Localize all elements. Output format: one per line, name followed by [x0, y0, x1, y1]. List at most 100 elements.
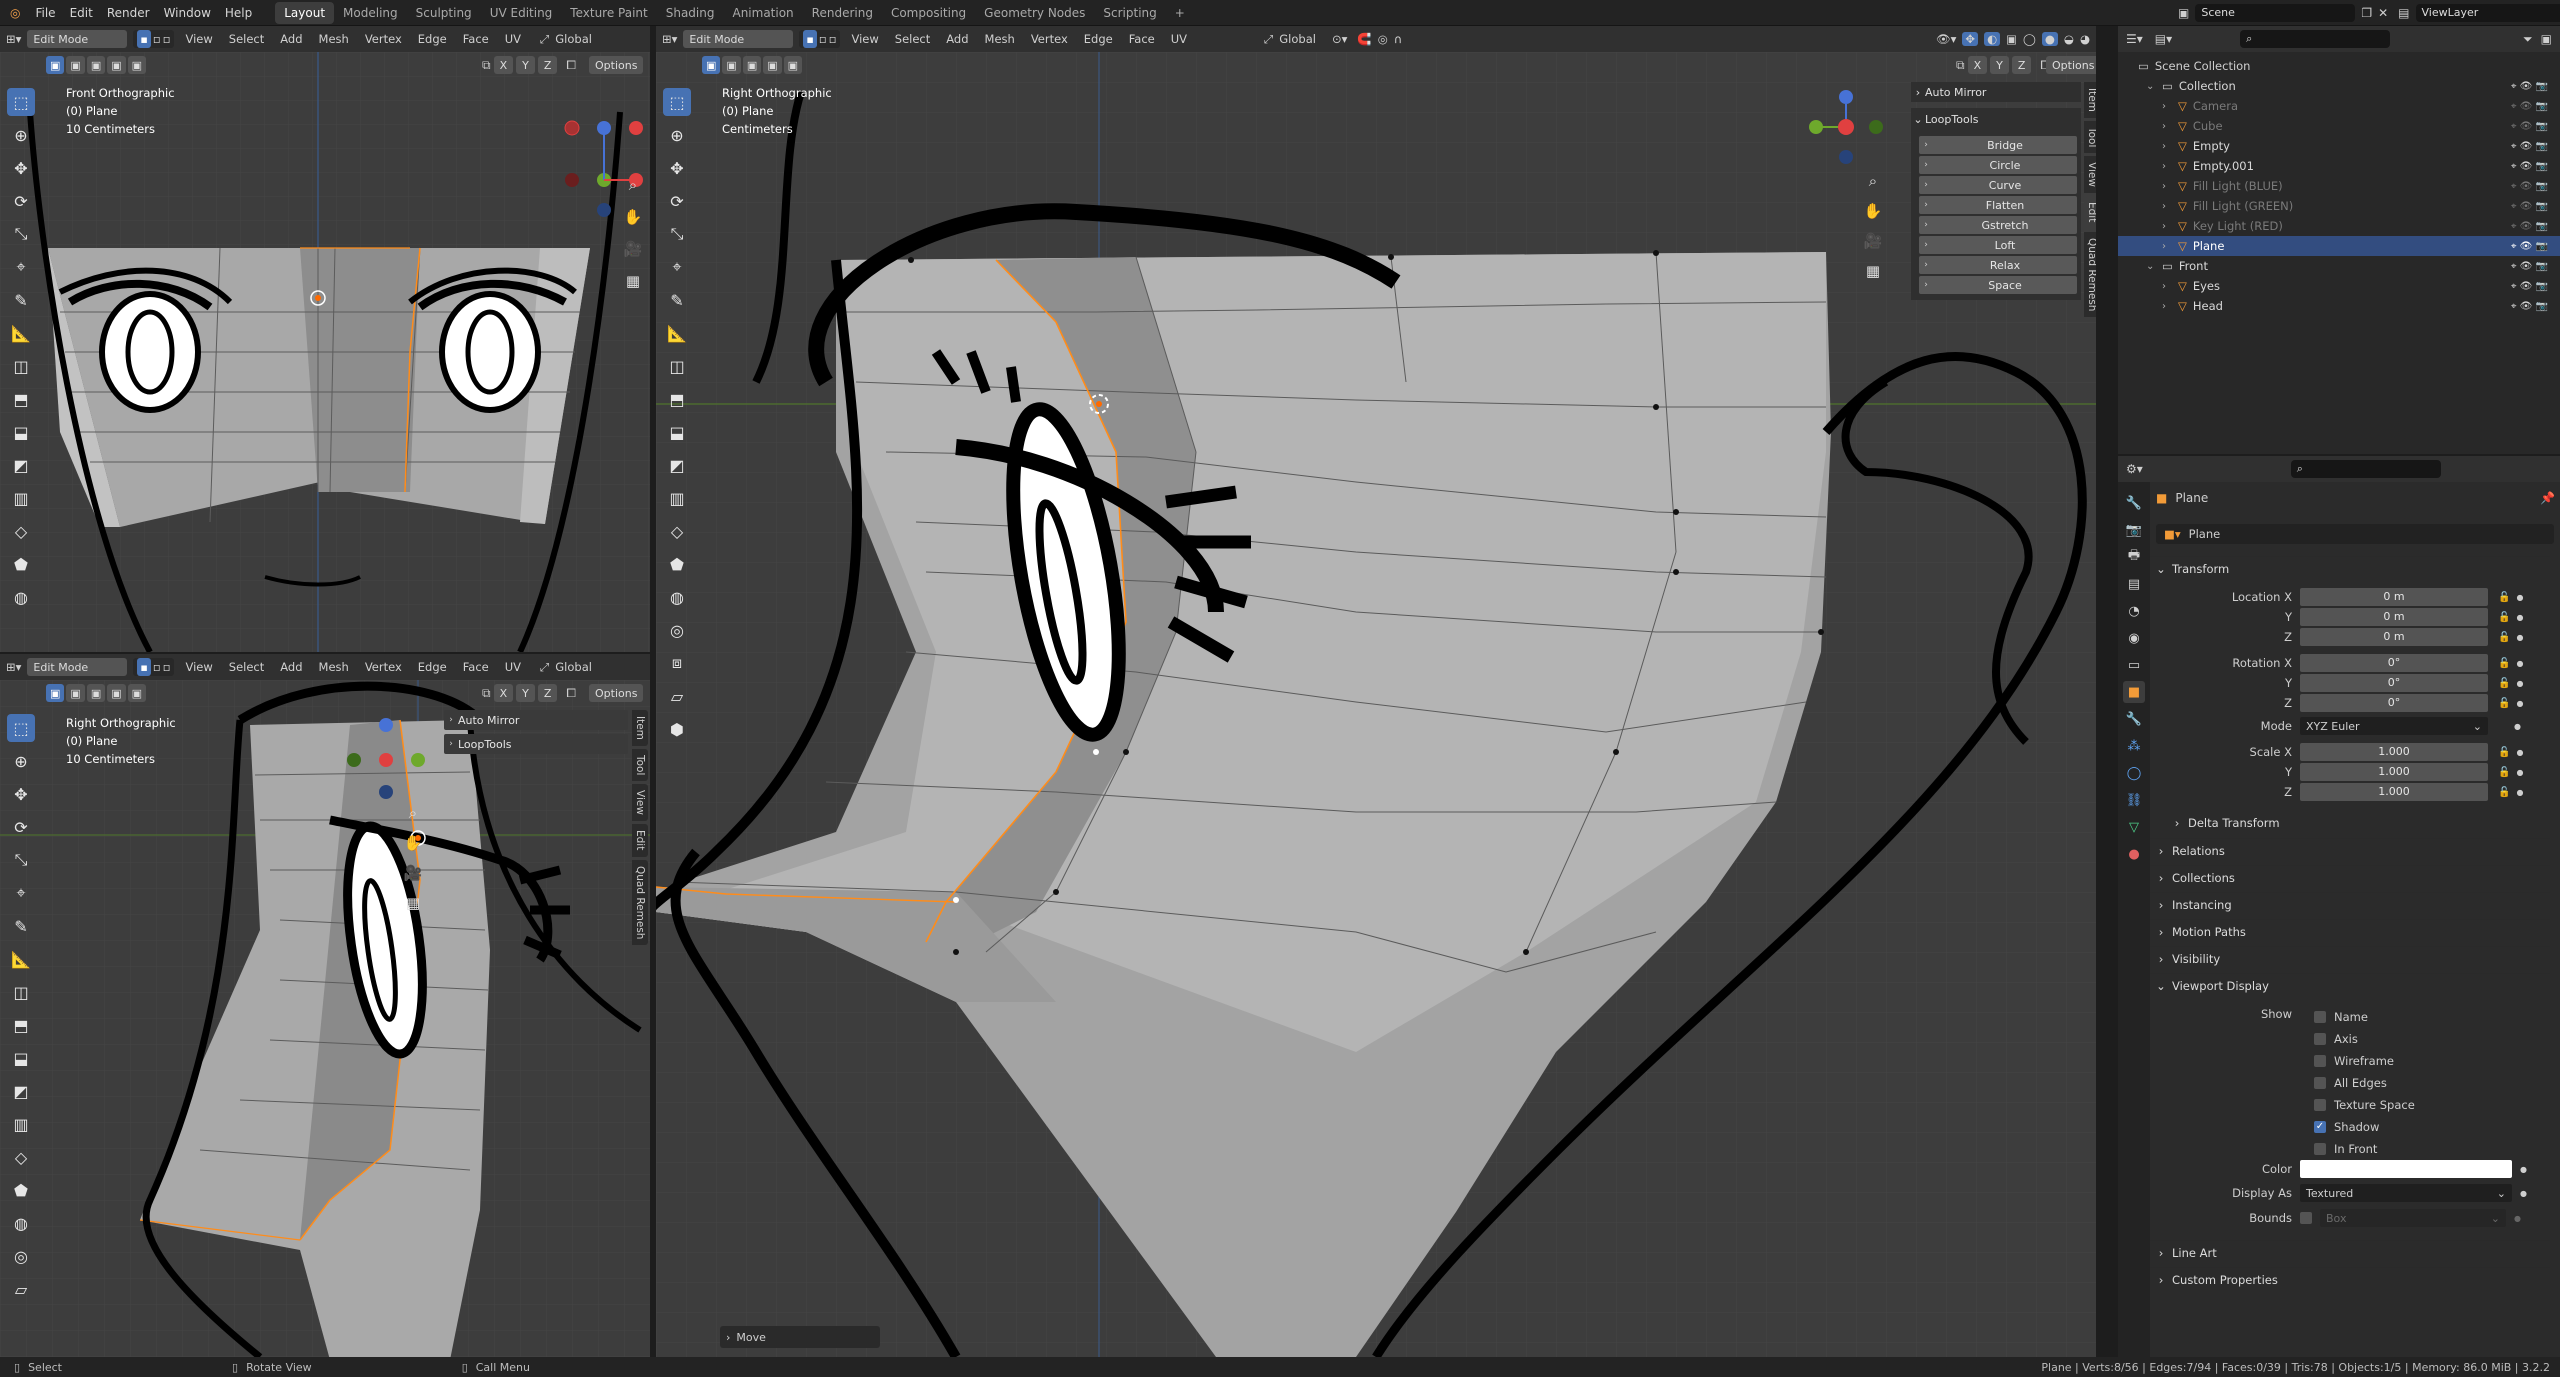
lock-icon[interactable]: 🔓 — [2498, 678, 2510, 689]
tab-view[interactable]: View — [2084, 156, 2096, 194]
tab-rendering[interactable]: Rendering — [803, 2, 882, 24]
relations-panel[interactable]: › Relations — [2150, 838, 2550, 862]
auto-mirror-panel-small[interactable]: › Auto Mirror — [444, 710, 628, 730]
shading-rendered-icon[interactable]: ◕ — [2080, 32, 2090, 46]
instancing-panel[interactable]: › Instancing — [2150, 892, 2550, 916]
mirror-icon-2[interactable]: ⧉ — [482, 686, 491, 701]
poly-build-tool-icon[interactable]: ⬟ — [7, 550, 35, 578]
axis-y-toggle-2[interactable]: Y — [516, 684, 535, 702]
outliner-row-empty-001[interactable]: › ▽ Empty.001 ⌖ 👁 📷 — [2118, 156, 2560, 176]
tab-modeling[interactable]: Modeling — [334, 2, 407, 24]
inset-tool-icon-3[interactable]: ⬓ — [663, 418, 691, 446]
editor-type-icon-3[interactable]: ⊞▾ — [662, 32, 677, 46]
view-layer-tab-icon[interactable]: ▤ — [2123, 573, 2145, 595]
transform-tool-icon[interactable]: ⌖ — [7, 253, 35, 281]
view-layer-selector[interactable]: ViewLayer — [2415, 4, 2560, 22]
shrink-tool-icon-3[interactable]: ⧈ — [663, 649, 691, 677]
zoom-icon-3[interactable]: ⌕ — [1860, 168, 1886, 194]
select-box-icon[interactable]: ▣ — [46, 56, 65, 74]
axis-y-toggle[interactable]: Y — [516, 56, 535, 74]
tab-view-small[interactable]: View — [632, 784, 648, 822]
select-subtract-icon-3[interactable]: ▣ — [742, 56, 762, 74]
visibility-toggles-icon[interactable]: ⌖ 👁 📷 — [2511, 101, 2548, 112]
tool-tab-icon[interactable]: 🔧 — [2123, 492, 2145, 514]
chevron-right-icon[interactable]: › — [2162, 201, 2176, 212]
chevron-right-icon[interactable]: › — [2162, 221, 2176, 232]
cursor-tool-icon-3[interactable]: ⊕ — [663, 121, 691, 149]
menu-window[interactable]: Window — [157, 0, 218, 26]
pin-icon[interactable]: 📌 — [2540, 491, 2555, 505]
select-tool-icon-2[interactable]: ⬚ — [7, 714, 35, 742]
show-option-row[interactable]: In Front — [2314, 1138, 2415, 1160]
measure-tool-icon-3[interactable]: 📐 — [663, 319, 691, 347]
auto-mirror-panel[interactable]: › Auto Mirror — [1911, 82, 2081, 102]
axis-z-toggle[interactable]: Z — [537, 56, 558, 74]
visibility-panel[interactable]: › Visibility — [2150, 946, 2550, 970]
lock-icon[interactable]: 🔓 — [2498, 632, 2510, 643]
scale-tool-icon[interactable]: ⤡ — [7, 220, 35, 248]
transform-tool-icon-2[interactable]: ⌖ — [7, 879, 35, 907]
lock-icon[interactable]: 🔓 — [2498, 747, 2510, 758]
edge-select-icon[interactable]: ▫ — [153, 32, 161, 46]
keyframe-dot-icon[interactable]: ● — [2516, 613, 2523, 622]
menu-uv-3[interactable]: UV — [1166, 32, 1192, 46]
orientation-icon[interactable]: ⤢ — [540, 32, 549, 47]
proportional-edit-icon[interactable]: ◎ — [1378, 32, 1388, 46]
ortho-grid-icon[interactable]: ▦ — [620, 268, 646, 294]
show-option-row[interactable]: ✓ Shadow — [2314, 1116, 2415, 1138]
cursor-tool-icon-2[interactable]: ⊕ — [7, 747, 35, 775]
visibility-toggles-icon[interactable]: ⌖ 👁 📷 — [2511, 141, 2548, 152]
poly-build-tool-icon-3[interactable]: ⬟ — [663, 550, 691, 578]
right-small-viewport-canvas[interactable] — [0, 680, 650, 1357]
chevron-right-icon[interactable]: › — [2162, 241, 2176, 252]
select-intersect-icon-3[interactable]: ▣ — [783, 56, 803, 74]
spin-tool-icon[interactable]: ◍ — [7, 583, 35, 611]
visibility-toggles-icon[interactable]: ⌖ 👁 📷 — [2511, 81, 2548, 92]
rotation-x-field[interactable]: 0° — [2300, 654, 2488, 672]
tab-tool-small[interactable]: Tool — [632, 748, 648, 782]
tab-edit-small[interactable]: Edit — [632, 824, 648, 857]
outliner-row-empty[interactable]: › ▽ Empty ⌖ 👁 📷 — [2118, 136, 2560, 156]
knife-tool-icon-2[interactable]: ◇ — [7, 1143, 35, 1171]
menu-mesh-2[interactable]: Mesh — [314, 660, 354, 674]
loop-cut-tool-icon-2[interactable]: ▥ — [7, 1110, 35, 1138]
zoom-icon-2[interactable]: ⌕ — [400, 800, 426, 826]
transform-panel-header[interactable]: ⌄ Transform — [2150, 556, 2550, 580]
menu-view-2[interactable]: View — [180, 660, 217, 674]
looptools-flatten-button[interactable]: › Flatten — [1919, 196, 2077, 214]
select-mode-group-2[interactable]: ▪ ▫ ▫ — [133, 658, 175, 676]
edge-select-icon-3[interactable]: ▫ — [819, 32, 827, 46]
tab-tool[interactable]: Tool — [2084, 120, 2096, 154]
select-invert-icon-3[interactable]: ▣ — [763, 56, 782, 74]
tab-edit[interactable]: Edit — [2084, 196, 2096, 229]
edge-select-icon-2[interactable]: ▫ — [153, 660, 161, 674]
world-tab-icon[interactable]: ◉ — [2123, 627, 2145, 649]
scene-collection-row[interactable]: ▭ Scene Collection — [2118, 56, 2560, 76]
front-viewport[interactable]: Front Orthographic (0) Plane 10 Centimet… — [0, 52, 650, 652]
copy-scene-icon[interactable]: ❐ — [2361, 6, 2372, 20]
tab-item[interactable]: Item — [2084, 82, 2096, 118]
scale-tool-icon-3[interactable]: ⤡ — [663, 220, 691, 248]
delta-transform-panel[interactable]: › Delta Transform — [2166, 811, 2550, 835]
menu-uv[interactable]: UV — [500, 32, 526, 46]
location-z-field[interactable]: 0 m — [2300, 628, 2488, 646]
filter-icon[interactable]: ⏷ — [2523, 32, 2533, 47]
select-intersect-icon-2[interactable]: ▣ — [127, 684, 147, 702]
looptools-circle-button[interactable]: › Circle — [1919, 156, 2077, 174]
poly-build-tool-icon-2[interactable]: ⬟ — [7, 1176, 35, 1204]
menu-render[interactable]: Render — [100, 0, 157, 26]
axis-x-toggle-3[interactable]: X — [1967, 56, 1988, 74]
mode-selector-3[interactable]: Edit Mode — [683, 30, 794, 48]
scene-tab-icon[interactable]: ◔ — [2123, 600, 2145, 622]
delete-scene-icon[interactable]: ✕ — [2378, 6, 2388, 20]
keyframe-dot-icon[interactable]: ● — [2516, 748, 2523, 757]
snapping-icon[interactable]: 🧲 — [1357, 32, 1371, 46]
smooth-tool-icon-2[interactable]: ◎ — [7, 1242, 35, 1270]
outliner-row-fill-light-blue[interactable]: › ▽ Fill Light (BLUE) ⌖ 👁 📷 — [2118, 176, 2560, 196]
show-option-row[interactable]: Texture Space — [2314, 1094, 2415, 1116]
keyframe-dot-icon[interactable]: ● — [2516, 699, 2523, 708]
spin-tool-icon-3[interactable]: ◍ — [663, 583, 691, 611]
collection-tab-icon[interactable]: ▭ — [2123, 654, 2145, 676]
select-tool-icon[interactable]: ⬚ — [7, 88, 35, 116]
select-invert-icon-2[interactable]: ▣ — [107, 684, 126, 702]
